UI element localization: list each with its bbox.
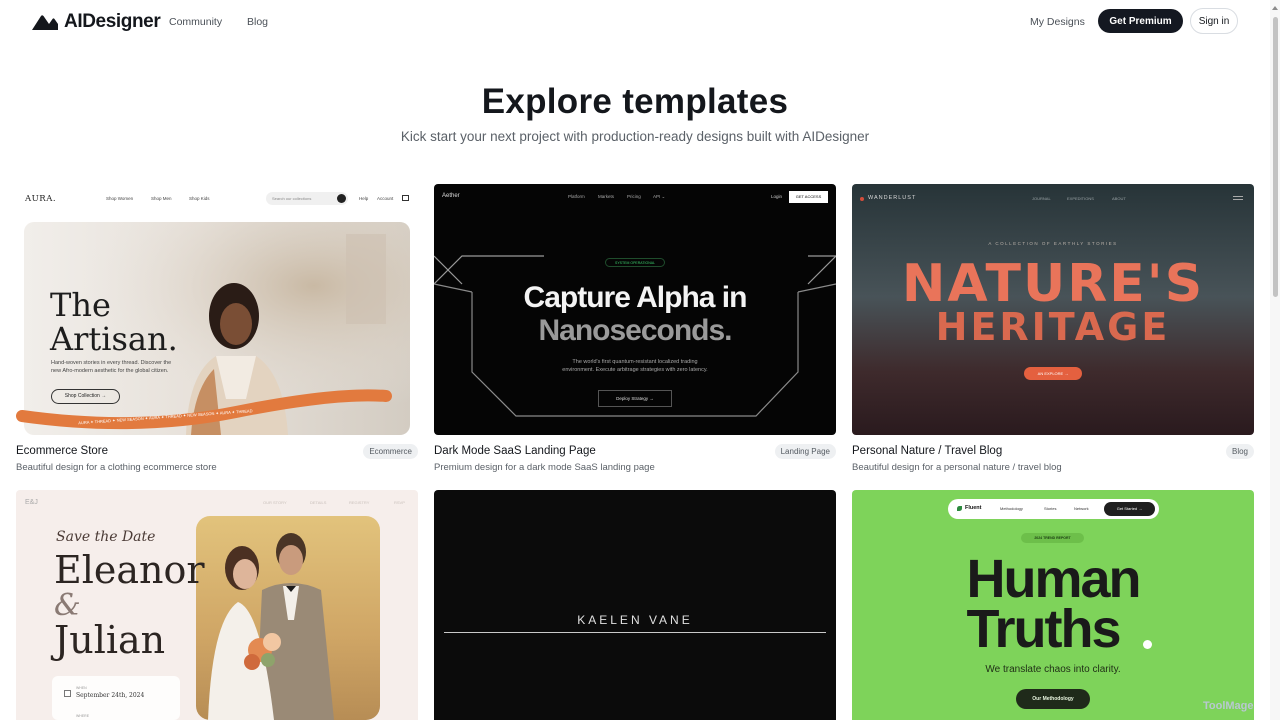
watermark: ToolMage [1203,700,1254,712]
preview-name: KAELEN VANE [577,613,693,627]
preview-deploy-button: Deploy Strategy → [598,390,672,407]
preview-brand: E&J [25,499,38,506]
preview-search-bar: Search our collections [266,192,348,205]
preview-nav-api: API ⌄ [653,194,666,199]
preview-nav-details: DETAILS [310,500,327,505]
preview-get-started-button: Get Started → [1104,502,1155,516]
preview-kicker: A COLLECTION OF EARTHLY STORIES [988,241,1118,246]
card-title[interactable]: Ecommerce Store [16,445,108,457]
card-tag: Landing Page [774,444,836,459]
preview-nav-our-story: OUR STORY [263,500,287,505]
preview-headline-1: Capture Alpha in [523,281,748,314]
scroll-up-arrow-icon[interactable] [1272,6,1278,10]
card-description: Beautiful design for a personal nature /… [852,462,1062,473]
preview-name-1: Eleanor [54,548,205,592]
preview-status-text: SYSTEM OPERATIONAL [615,261,655,265]
template-preview-human-truths[interactable]: Fluent Methodology Stories Network Get S… [852,490,1254,720]
aidesigner-logo-icon [32,15,58,30]
preview-brand: WANDERLUST [868,195,917,201]
calendar-icon [64,690,71,697]
preview-nav-shop-women: Shop Women [106,196,134,201]
preview-body-1: The world's first quantum-resistant loca… [572,359,698,365]
preview-nav-methodology: Methodology [1000,506,1023,511]
preview-divider [444,632,826,633]
preview-account: Account [377,196,394,201]
preview-nav-network: Network [1074,506,1089,511]
preview-search-icon [337,194,346,203]
menu-icon [1233,196,1243,200]
preview-nav-expeditions: EXPEDITIONS [1067,196,1094,201]
preview-nav-about: ABOUT [1112,196,1126,201]
scrollbar-thumb[interactable] [1273,17,1278,297]
template-preview-portfolio[interactable]: KAELEN VANE [434,490,836,720]
preview-nav-stories: Stories [1044,506,1057,511]
card-description: Beautiful design for a clothing ecommerc… [16,462,217,473]
sign-in-button[interactable]: Sign in [1190,8,1238,34]
preview-login: Login [771,194,783,199]
card-description: Premium design for a dark mode SaaS land… [434,462,655,473]
preview-subtitle: We translate chaos into clarity. [985,664,1121,675]
preview-nav-shop-men: Shop Men [151,196,172,201]
preview-where-label: WHERE [76,714,90,718]
preview-get-access-button: GET ACCESS [789,191,828,203]
preview-trend-badge: 2024 TREND REPORT [1021,533,1084,543]
nav-link-my-designs[interactable]: My Designs [1030,16,1085,28]
preview-headline-2: Artisan. [50,320,178,358]
preview-name-2: Julian [54,618,166,662]
preview-headline-1: The [50,286,111,324]
template-preview-dark-saas[interactable]: Aether Platform Markets Pricing API ⌄ Lo… [434,184,836,435]
preview-nav-pricing: Pricing [627,194,641,199]
preview-when-value: September 24th, 2024 [76,692,145,699]
preview-trend-text: 2024 TREND REPORT [1034,536,1071,540]
template-preview-ecommerce[interactable]: AURA. Shop Women Shop Men Shop Kids Sear… [16,184,418,435]
preview-nav-rsvp: RSVP [394,500,405,505]
nav-link-community[interactable]: Community [169,16,222,28]
preview-headline-2: HERITAGE [935,305,1171,349]
preview-body-2: environment. Execute arbitrage strategie… [562,367,708,373]
page-title: Explore templates [481,82,789,121]
preview-headline-2: Truths [966,599,1121,659]
preview-shop-collection-button: Shop Collection → [51,389,120,404]
preview-dot [1143,640,1152,649]
preview-brand: Aether [442,193,460,199]
preview-brand: AURA. [25,194,57,204]
template-preview-wedding[interactable]: E&J OUR STORY DETAILS REGISTRY RSVP Save… [16,490,418,720]
preview-search-placeholder: Search our collections [272,196,312,201]
preview-bag-icon [402,195,409,201]
page-subtitle: Kick start your next project with produc… [400,129,870,144]
brand-name: AIDesigner [64,11,161,32]
preview-body-1: Hand-woven stories in every thread. Disc… [51,360,172,366]
preview-explore-button: AN EXPLORE → [1024,367,1082,380]
card-title[interactable]: Personal Nature / Travel Blog [852,445,1002,457]
preview-nav-platform: Platform [568,194,585,199]
get-premium-button[interactable]: Get Premium [1098,9,1183,33]
preview-status-badge: SYSTEM OPERATIONAL [605,258,665,267]
leaf-icon [957,506,962,511]
top-nav: AIDesigner Community Blog My Designs Get… [0,0,1270,44]
brand-logo[interactable]: AIDesigner [32,11,161,33]
preview-headline-2: Nanoseconds. [538,314,732,347]
template-preview-nature-blog[interactable]: WANDERLUST JOURNAL EXPEDITIONS ABOUT A C… [852,184,1254,435]
card-title[interactable]: Dark Mode SaaS Landing Page [434,445,596,457]
card-tag: Blog [1225,444,1254,459]
preview-script-heading: Save the Date [56,529,156,545]
card-tag: Ecommerce [363,444,418,459]
preview-nav-registry: REGISTRY [349,500,370,505]
preview-nav-shop-kids: Shop Kids [189,196,210,201]
preview-body-2: new Afro-modern aesthetic for the global… [51,368,169,374]
preview-help: Help [359,196,369,201]
nav-link-blog[interactable]: Blog [247,16,268,28]
preview-when-label: WHEN [76,686,87,690]
preview-nav-markets: Markets [598,194,615,199]
preview-nav-journal: JOURNAL [1032,196,1051,201]
preview-methodology-button: Our Methodology [1016,689,1090,709]
preview-brand: Fluent [965,505,982,511]
